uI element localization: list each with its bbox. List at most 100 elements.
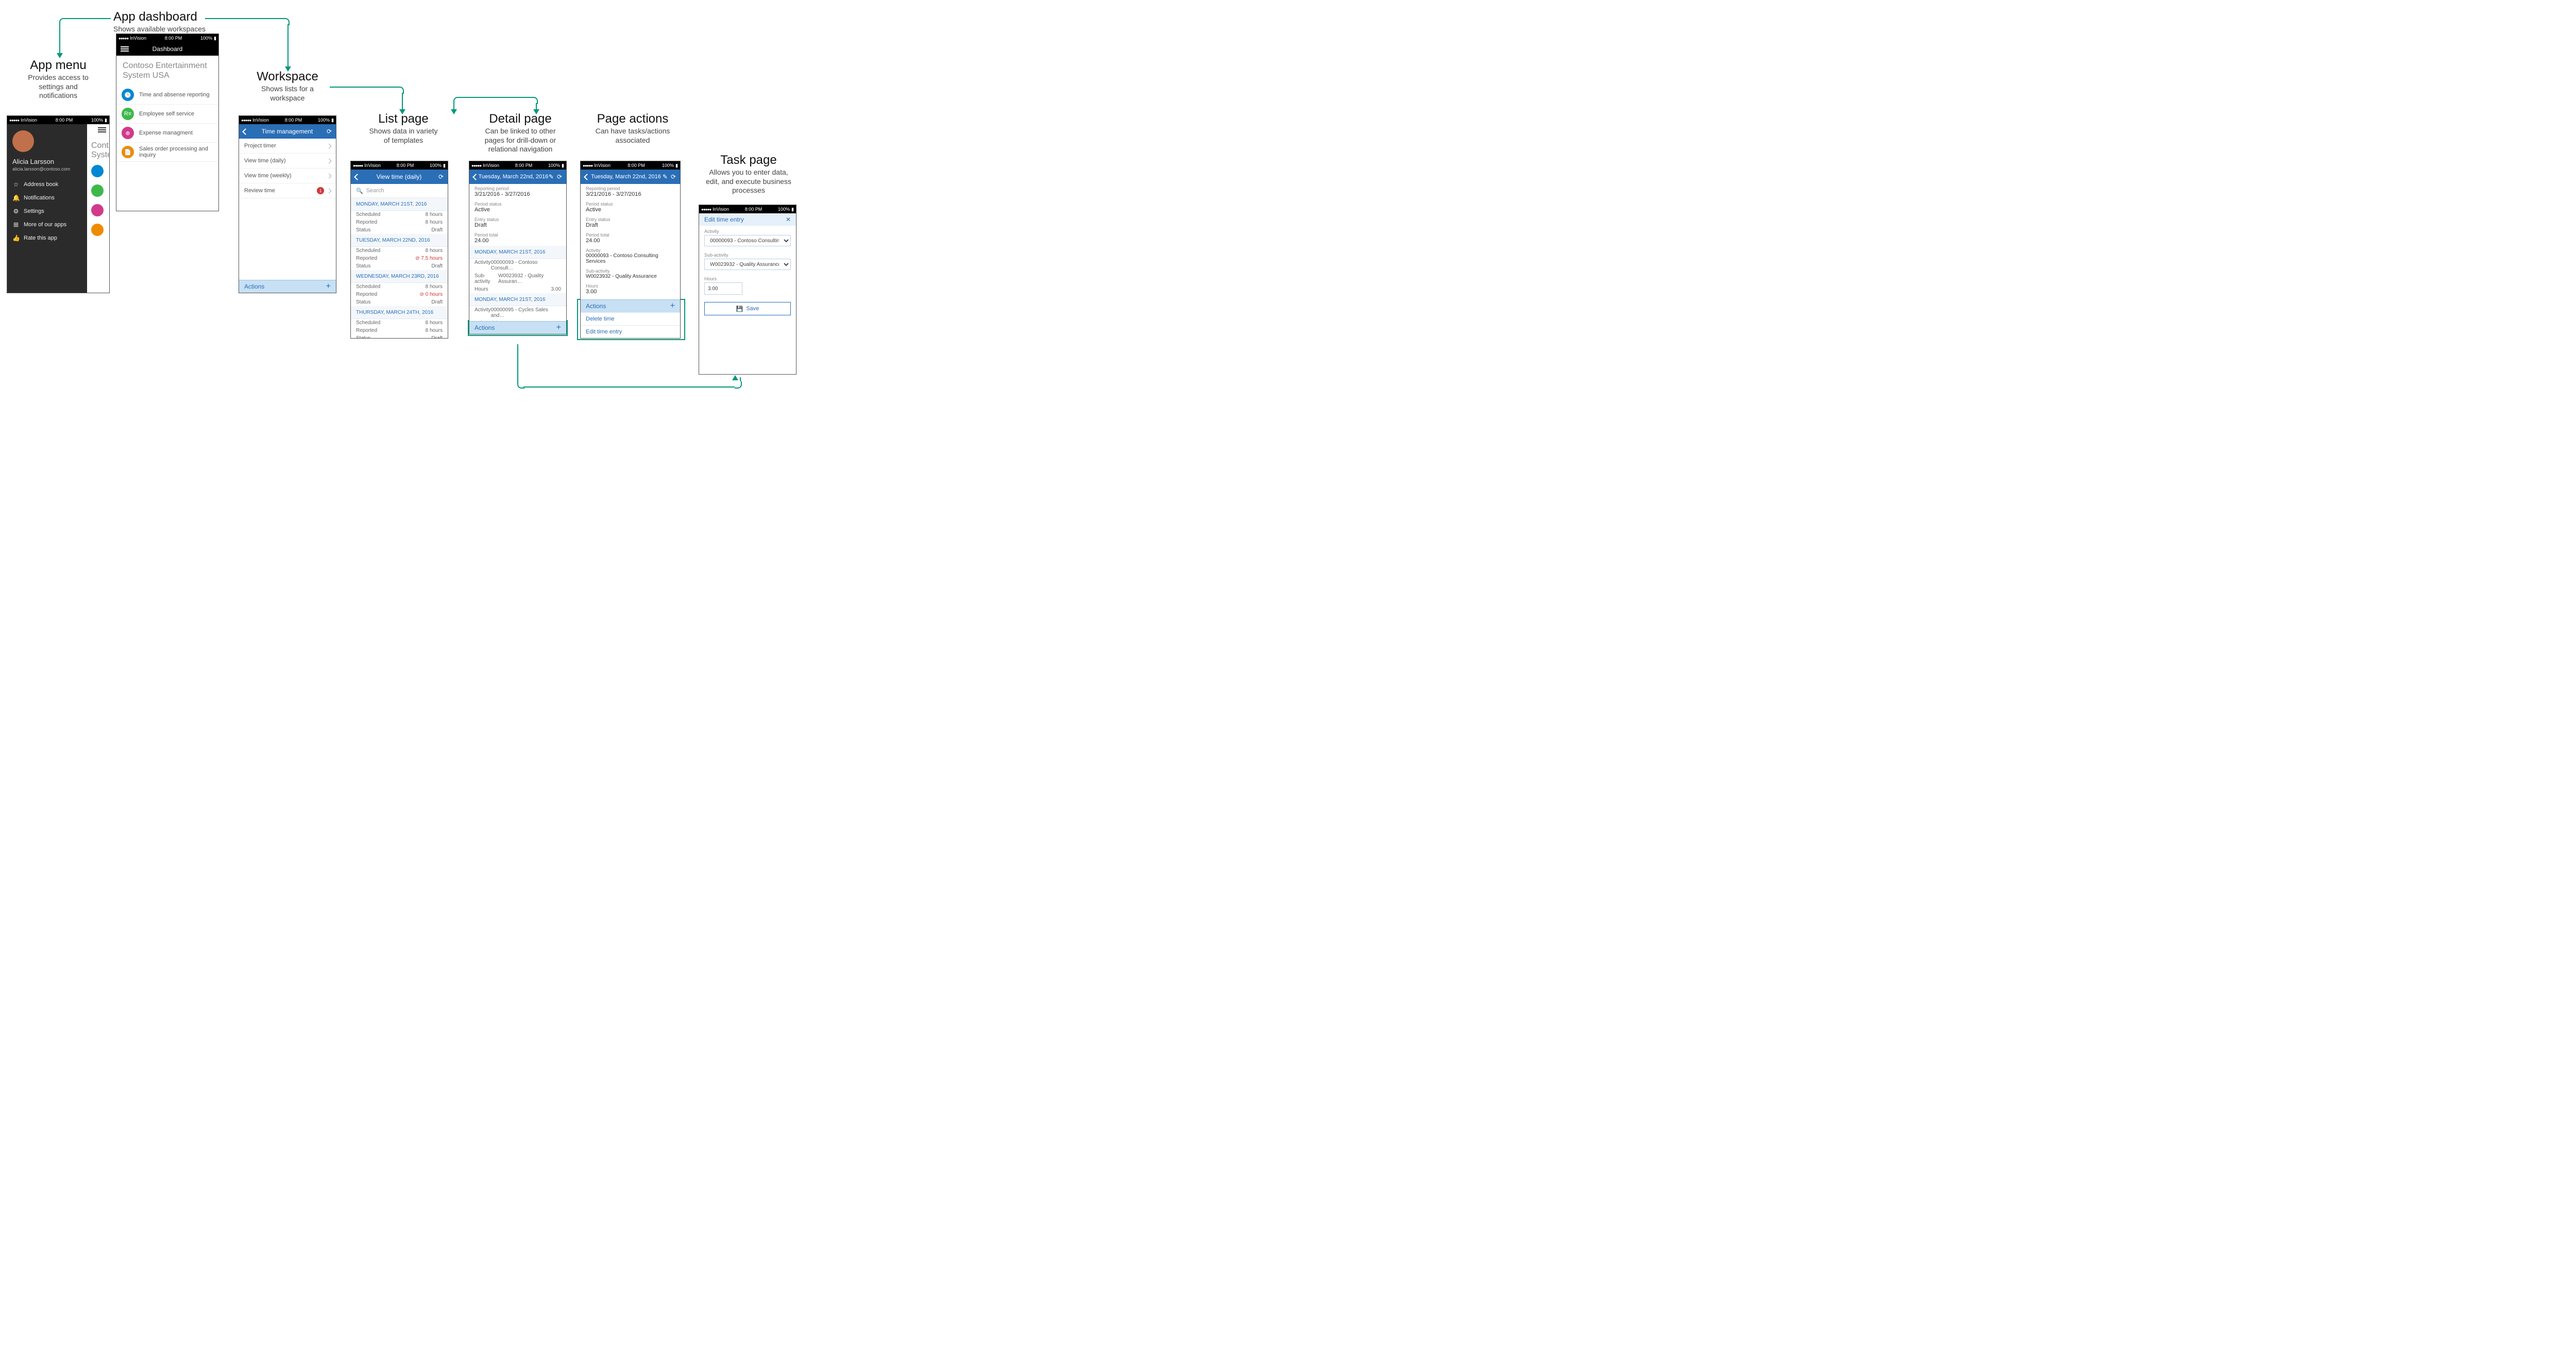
arrow — [517, 344, 518, 381]
kv-val: ⊘ 7.5 hours — [415, 256, 443, 261]
plus-icon[interactable]: + — [670, 301, 675, 311]
hamburger-icon[interactable] — [87, 124, 109, 138]
action-item[interactable]: Delete time — [581, 312, 680, 325]
workspace-item[interactable]: View time (daily) — [239, 154, 336, 169]
arrow — [59, 24, 60, 53]
workspace-icon: 📄 — [122, 146, 134, 158]
day-header[interactable]: TUESDAY, MARCH 22ND, 2016 — [351, 234, 448, 247]
workspace-item[interactable]: Review time1 — [239, 183, 336, 198]
workspace-icon: ⊕ — [122, 127, 134, 139]
hamburger-icon[interactable] — [121, 45, 129, 53]
dashboard-peek: Cont Syste — [87, 124, 109, 293]
activity-label: Activity — [699, 226, 796, 235]
hours-input[interactable] — [704, 282, 742, 295]
kv-key: Status — [356, 263, 370, 269]
detail-label: Entry status — [469, 215, 566, 222]
statusbar: ●●●●●InVision 8:00 PM 100%▮ — [581, 161, 680, 170]
entry-title: MONDAY, MARCH 21ST, 2016 — [474, 297, 545, 302]
dashboard-navbar: Dashboard — [116, 42, 218, 56]
edit-icon[interactable]: ✎ — [549, 173, 554, 180]
save-button[interactable]: 💾 Save — [704, 302, 791, 315]
kv-key: Scheduled — [356, 212, 380, 217]
workspace-circle-icon[interactable] — [91, 204, 104, 216]
val: 24.00 — [581, 238, 680, 246]
annot-appmenu-title: App menu — [9, 59, 107, 72]
entry-header[interactable]: MONDAY, MARCH 21ST, 2016 — [469, 246, 566, 259]
workspace-circle-icon[interactable] — [91, 165, 104, 177]
pageactions-header[interactable]: Actions + — [581, 299, 680, 312]
activity-select[interactable]: 00000093 - Contoso Consulting Services — [704, 235, 791, 246]
refresh-icon[interactable]: ⟳ — [327, 128, 332, 135]
menu-item[interactable]: ☆Address book — [7, 178, 87, 191]
arrow — [536, 103, 537, 109]
actions-bar[interactable]: Actions + — [239, 280, 336, 293]
refresh-icon[interactable]: ⟳ — [557, 173, 562, 180]
annot-task-sub: Allows you to enter data, edit, and exec… — [694, 168, 803, 195]
arrow — [523, 386, 735, 388]
statusbar: ●●●●●InVision 8:00 PM 100%▮ — [116, 34, 218, 42]
lbl: Period total — [581, 230, 680, 238]
menu-item[interactable]: ⚙Settings — [7, 205, 87, 218]
lbl: Period status — [581, 199, 680, 207]
dashboard-item-label: Time and absense reporting — [139, 92, 210, 98]
entry-header[interactable]: MONDAY, MARCH 21ST, 2016 — [469, 293, 566, 306]
annot-dashboard-sub: Shows available workspaces — [113, 25, 242, 34]
arrow — [205, 18, 282, 19]
arrow — [402, 93, 403, 109]
entry-val: 3.00 — [551, 287, 561, 292]
actions-label: Actions — [244, 283, 264, 290]
menu-icon: 🔔 — [12, 194, 20, 201]
entry-key: Sub-activity — [474, 273, 498, 284]
menu-item[interactable]: ⊞More of our apps — [7, 218, 87, 231]
kv-val: 8 hours — [426, 284, 443, 290]
dashboard-item[interactable]: 📄Sales order processing and inquiry — [116, 143, 218, 162]
arrow — [735, 381, 742, 389]
kv-key: Reported — [356, 292, 377, 297]
day-header[interactable]: THURSDAY, MARCH 24TH, 2016 — [351, 306, 448, 319]
kv-val: 8 hours — [426, 248, 443, 254]
workspace-circle-icon[interactable] — [91, 224, 104, 236]
search-field[interactable]: 🔍 Search — [351, 184, 448, 198]
kv-key: Scheduled — [356, 284, 380, 290]
peek-title2: Syste — [87, 150, 109, 165]
plus-icon[interactable]: + — [556, 323, 561, 332]
kv-key: Scheduled — [356, 320, 380, 326]
annot-task: Task page Allows you to enter data, edit… — [694, 154, 803, 195]
kv-val: Draft — [431, 335, 443, 339]
dashboard-item[interactable]: R≡Employee self service — [116, 105, 218, 124]
menu-item[interactable]: 👍Rate this app — [7, 231, 87, 245]
menu-item[interactable]: 🔔 Notifications — [7, 191, 87, 205]
dashboard-item[interactable]: ⊕Expense managment — [116, 124, 218, 143]
save-label: Save — [746, 306, 759, 312]
phone-list: ●●●●●InVision 8:00 PM 100%▮ View time (d… — [350, 161, 448, 339]
arrow — [65, 18, 111, 19]
menu-label: Notifications — [24, 195, 55, 201]
kv-key: Status — [356, 227, 370, 233]
list-row: Scheduled 8 hours — [351, 319, 448, 327]
plus-icon[interactable]: + — [326, 282, 331, 291]
subactivity-select[interactable]: W0023932 - Quality Assurance — [704, 259, 791, 270]
kv-val: ⊘ 0 hours — [419, 292, 443, 297]
dashboard-item[interactable]: 🕒Time and absense reporting — [116, 86, 218, 105]
workspace-item[interactable]: View time (weekly) — [239, 169, 336, 183]
refresh-icon[interactable]: ⟳ — [438, 173, 444, 180]
workspace-circle-icon[interactable] — [91, 184, 104, 197]
detail-value: Draft — [469, 222, 566, 230]
close-icon[interactable]: ✕ — [786, 216, 791, 223]
chevron-right-icon — [327, 158, 332, 163]
day-header[interactable]: MONDAY, MARCH 21ST, 2016 — [351, 198, 448, 211]
workspace-item[interactable]: Project timer — [239, 139, 336, 154]
action-item[interactable]: Edit time entry — [581, 325, 680, 338]
annot-list-sub: Shows data in variety of templates — [360, 127, 447, 145]
edit-icon[interactable]: ✎ — [663, 173, 668, 180]
entry-row: Sub-activityW0023932 - Quality Assuran… — [469, 272, 566, 285]
kv-val: 8 hours — [426, 320, 443, 326]
day-header[interactable]: WEDNESDAY, MARCH 23RD, 2016 — [351, 270, 448, 283]
list-title: View time (daily) — [360, 173, 438, 180]
arrow — [453, 103, 454, 109]
workspace-item-label: View time (daily) — [244, 158, 286, 164]
refresh-icon[interactable]: ⟳ — [671, 173, 676, 180]
arrow — [330, 87, 397, 88]
detail-actions[interactable]: Actions + — [469, 321, 566, 334]
val: Draft — [581, 222, 680, 230]
